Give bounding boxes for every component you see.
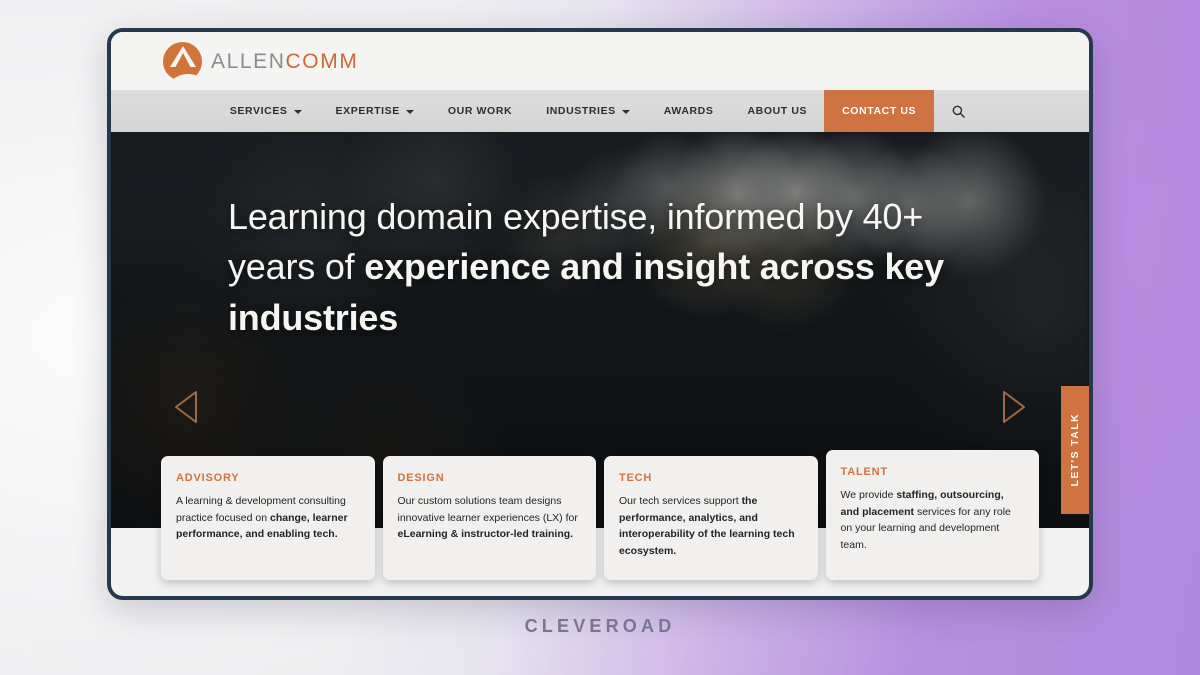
logo-wordmark: ALLENCOMM [211,50,358,74]
logo-wordmark-comm: COMM [285,49,359,73]
nav-cta-label: CONTACT US [842,105,917,117]
search-icon [952,105,965,118]
card-text-bold: eLearning & instructor-led training. [397,528,574,541]
lets-talk-label: LET'S TALK [1069,413,1081,487]
nav-item-label: ABOUT US [747,105,808,117]
card-talent[interactable]: TALENT We provide staffing, outsourcing,… [825,450,1039,580]
search-button[interactable] [934,90,987,132]
chevron-down-icon [621,110,630,114]
card-title: TECH [619,472,653,484]
hero-headline: Learning domain expertise, informed by 4… [228,192,948,343]
chevron-down-icon [405,110,414,114]
nav-item-label: AWARDS [663,105,714,117]
nav-item-awards[interactable]: AWARDS [647,90,731,132]
website-screenshot: ALLENCOMM SERVICES EXPERTISE OUR WORK IN… [111,32,1089,596]
service-cards: ADVISORY A learning & development consul… [161,450,1039,580]
carousel-next-button[interactable] [1001,390,1027,424]
hero-headline-bold1: experience and insight [364,246,750,288]
nav-item-label: OUR WORK [447,105,513,117]
nav-items: SERVICES EXPERTISE OUR WORK INDUSTRIES A… [213,90,987,132]
nav-item-about-us[interactable]: ABOUT US [730,90,824,132]
nav-item-label: INDUSTRIES [546,105,616,117]
nav-item-label: SERVICES [229,105,288,117]
card-text-plain: Our custom solutions team designs innova… [397,495,578,524]
logo-wordmark-allen: ALLEN [211,49,286,73]
card-text: A learning & development consulting prac… [176,493,360,543]
card-text: Our tech services support the performanc… [619,493,803,559]
browser-frame: ALLENCOMM SERVICES EXPERTISE OUR WORK IN… [107,28,1093,600]
card-title: TALENT [840,466,888,478]
hero-content: Learning domain expertise, informed by 4… [111,132,1089,596]
chevron-right-icon [1003,391,1025,423]
main-navigation: SERVICES EXPERTISE OUR WORK INDUSTRIES A… [111,90,1089,132]
card-design[interactable]: DESIGN Our custom solutions team designs… [382,456,596,580]
card-text: We provide staffing, outsourcing, and pl… [841,487,1025,553]
carousel-prev-button[interactable] [173,390,199,424]
nav-item-expertise[interactable]: EXPERTISE [319,90,431,132]
card-text-plain: We provide [840,489,897,501]
card-text: Our custom solutions team designs innova… [398,493,582,543]
card-title: ADVISORY [176,472,240,484]
lets-talk-tab[interactable]: LET'S TALK [1061,386,1089,514]
nav-item-industries[interactable]: INDUSTRIES [529,90,647,132]
nav-item-our-work[interactable]: OUR WORK [431,90,529,132]
hero-headline-line1: Learning domain expertise, informed by [228,196,863,237]
hero-section: Learning domain expertise, informed by 4… [111,132,1089,596]
card-tech[interactable]: TECH Our tech services support the perfo… [604,456,818,580]
nav-item-contact-us[interactable]: CONTACT US [824,90,935,132]
card-advisory[interactable]: ADVISORY A learning & development consul… [161,456,375,580]
cleveroad-watermark: CLEVEROAD [524,616,676,636]
card-title: DESIGN [397,472,445,484]
nav-item-services[interactable]: SERVICES [213,90,319,132]
site-header: ALLENCOMM [111,32,1089,90]
chevron-left-icon [175,391,197,423]
chevron-down-icon [293,110,302,114]
nav-item-label: EXPERTISE [335,105,400,117]
card-text-plain: Our tech services support [619,495,742,507]
